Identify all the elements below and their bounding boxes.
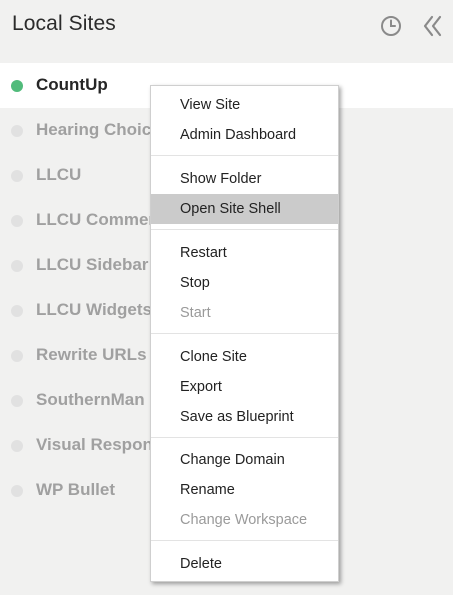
- status-dot: [11, 125, 23, 137]
- menu-item-admin-dashboard[interactable]: Admin Dashboard: [151, 120, 338, 150]
- menu-item-start: Start: [180, 305, 211, 321]
- menu-item-change-workspace: Change Workspace: [180, 512, 308, 528]
- status-dot: [11, 170, 23, 182]
- menu-separator: [151, 540, 338, 541]
- menu-item-export[interactable]: Export: [151, 372, 338, 402]
- site-name: WP Bullet: [36, 480, 116, 499]
- menu-item-clone-site[interactable]: Clone Site: [151, 342, 338, 372]
- menu-item-view-site[interactable]: View Site: [151, 90, 338, 120]
- menu-separator: [151, 155, 338, 156]
- header: Local Sites: [0, 0, 453, 60]
- context-menu: View Site Admin Dashboard Show Folder Op…: [150, 85, 339, 582]
- status-dot: [11, 485, 23, 497]
- menu-item-rename[interactable]: Rename: [151, 475, 338, 505]
- status-dot: [11, 215, 23, 227]
- status-dot: [11, 305, 23, 317]
- menu-item-save-as-blueprint[interactable]: Save as Blueprint: [151, 402, 338, 432]
- site-name: LLCU: [36, 165, 82, 184]
- menu-item-show-folder[interactable]: Show Folder: [151, 164, 338, 194]
- menu-separator: [151, 333, 338, 334]
- site-name: CountUp: [36, 75, 108, 94]
- status-dot: [11, 80, 23, 92]
- status-dot: [11, 350, 23, 362]
- site-name: SouthernMan: [36, 390, 145, 409]
- double-chevron-left-icon[interactable]: [421, 14, 445, 38]
- clock-icon[interactable]: [379, 14, 403, 38]
- menu-separator: [151, 229, 338, 230]
- menu-separator: [151, 437, 338, 438]
- menu-item-stop[interactable]: Stop: [151, 268, 338, 298]
- site-name: Rewrite URLs: [36, 345, 147, 364]
- menu-item-open-site-shell[interactable]: Open Site Shell: [151, 194, 338, 224]
- site-name: LLCU Widgets: [36, 300, 153, 319]
- menu-item-delete[interactable]: Delete: [151, 549, 338, 579]
- menu-item-restart[interactable]: Restart: [151, 238, 338, 268]
- menu-item-change-domain[interactable]: Change Domain: [151, 445, 338, 475]
- status-dot: [11, 260, 23, 272]
- status-dot: [11, 440, 23, 452]
- status-dot: [11, 395, 23, 407]
- page-title: Local Sites: [12, 12, 116, 35]
